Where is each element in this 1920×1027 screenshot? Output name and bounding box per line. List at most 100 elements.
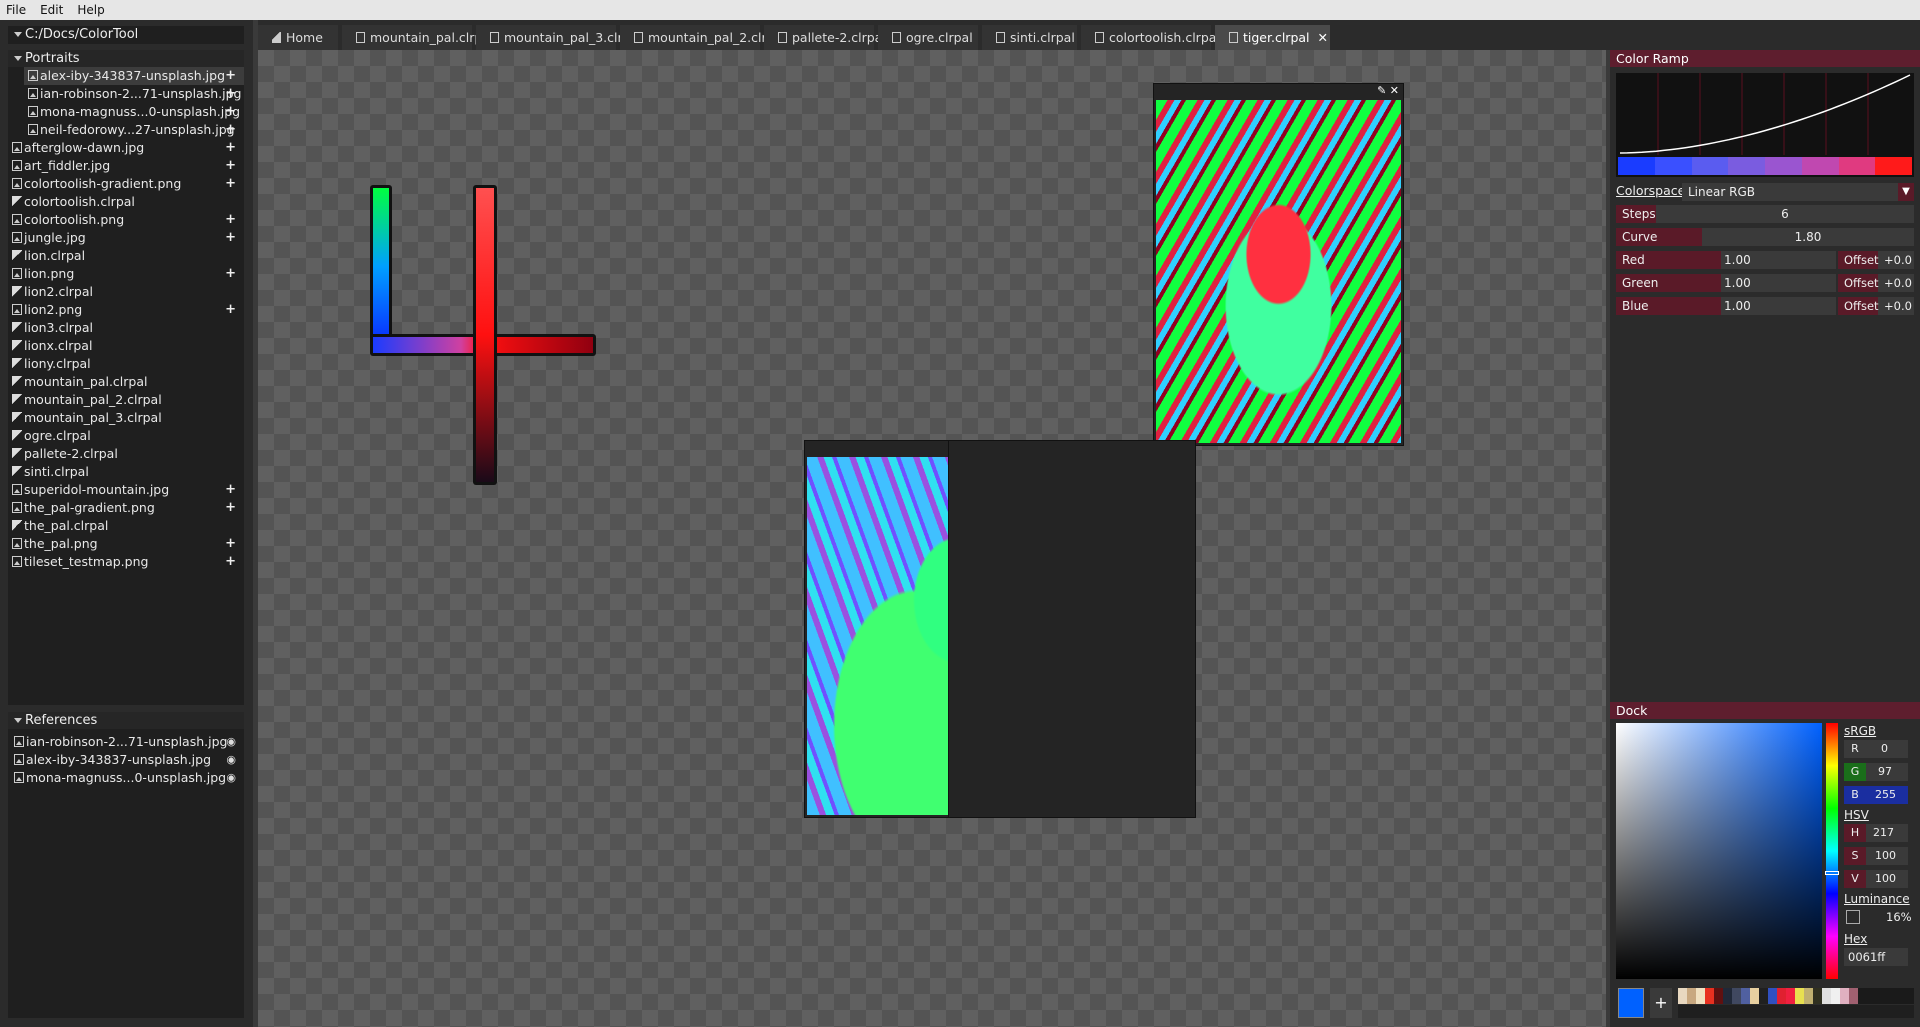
man-image-window[interactable] [948, 440, 1196, 818]
tab-sinti-clrpal[interactable]: sinti.clrpal [982, 25, 1077, 50]
file-item[interactable]: tileset_testmap.png+ [8, 553, 244, 571]
visibility-eye-icon[interactable]: ◉ [226, 751, 236, 769]
file-item[interactable]: the_pal.clrpal [8, 517, 244, 535]
file-item[interactable]: superidol-mountain.jpg+ [8, 481, 244, 499]
add-file-icon[interactable]: + [225, 553, 236, 571]
file-item[interactable]: ian-robinson-2...71-unsplash.jpg+ [24, 85, 244, 103]
green-offset-field[interactable]: Offset+0.0 [1838, 274, 1914, 292]
close-icon[interactable]: ✕ [1390, 84, 1399, 97]
file-item[interactable]: mountain_pal_2.clrpal [8, 391, 244, 409]
add-file-icon[interactable]: + [225, 85, 236, 103]
file-item[interactable]: lion2.png+ [8, 301, 244, 319]
add-file-icon[interactable]: + [225, 301, 236, 319]
hex-input[interactable]: 0061ff [1844, 948, 1908, 966]
file-item[interactable]: alex-iby-343837-unsplash.jpg+ [24, 67, 244, 85]
path-bar[interactable]: C:/Docs/ColorTool [8, 26, 244, 44]
menu-help[interactable]: Help [77, 3, 104, 17]
add-file-icon[interactable]: + [225, 139, 236, 157]
tab-mountain-pal-clrpal[interactable]: mountain_pal.clrpal [342, 25, 472, 50]
add-file-icon[interactable]: + [225, 211, 236, 229]
curve-field[interactable]: Curve1.80 [1616, 228, 1914, 246]
file-item[interactable]: alex-iby-343837-unsplash.jpg◉ [8, 751, 244, 769]
red-offset-field[interactable]: Offset+0.0 [1838, 251, 1914, 269]
add-file-icon[interactable]: + [225, 481, 236, 499]
workspace-canvas[interactable]: ✎ ✕ ✎ ✕ [258, 50, 1606, 1027]
palette-swatch[interactable] [1759, 988, 1768, 1004]
add-file-icon[interactable]: + [225, 229, 236, 247]
ramp-curve-preview[interactable] [1616, 73, 1914, 177]
tab-ogre-clrpal[interactable]: ogre.clrpal [878, 25, 978, 50]
colorspace-select[interactable]: Linear RGB ▼ [1682, 183, 1914, 201]
current-color-swatch[interactable] [1618, 988, 1644, 1018]
file-item[interactable]: art_fiddler.jpg+ [8, 157, 244, 175]
file-item[interactable]: jungle.jpg+ [8, 229, 244, 247]
file-item[interactable]: lion.clrpal [8, 247, 244, 265]
palette-swatch[interactable] [1741, 988, 1750, 1004]
file-item[interactable]: colortoolish-gradient.png+ [8, 175, 244, 193]
tab-pallete-2-clrpal[interactable]: pallete-2.clrpal [764, 25, 874, 50]
file-item[interactable]: mona-magnuss...0-unsplash.jpg+ [24, 103, 244, 121]
file-item[interactable]: lion.png+ [8, 265, 244, 283]
palette-swatch[interactable] [1678, 988, 1687, 1004]
tab-home[interactable]: Home [258, 25, 338, 50]
palette-swatch[interactable] [1813, 988, 1822, 1004]
palette-swatch[interactable] [1804, 988, 1813, 1004]
file-item[interactable]: the_pal.png+ [8, 535, 244, 553]
steps-field[interactable]: Steps6 [1616, 205, 1914, 223]
palette-swatch[interactable] [1732, 988, 1741, 1004]
blue-field[interactable]: Blue1.00 [1616, 297, 1836, 315]
file-item[interactable]: mountain_pal_3.clrpal [8, 409, 244, 427]
eyedropper-icon[interactable]: ✎ [1377, 84, 1386, 97]
add-file-icon[interactable]: + [225, 535, 236, 553]
file-item[interactable]: ogre.clrpal [8, 427, 244, 445]
file-item[interactable]: lion2.clrpal [8, 283, 244, 301]
v-channel-field[interactable]: V100 [1844, 870, 1908, 888]
add-file-icon[interactable]: + [225, 157, 236, 175]
palette-ramp-graph[interactable] [258, 50, 758, 550]
palette-swatch[interactable] [1831, 988, 1840, 1004]
visibility-eye-icon[interactable]: ◉ [226, 733, 236, 751]
file-item[interactable]: colortoolish.clrpal [8, 193, 244, 211]
file-item[interactable]: afterglow-dawn.jpg+ [8, 139, 244, 157]
file-item[interactable]: mona-magnuss...0-unsplash.jpg◉ [8, 769, 244, 787]
tab-tiger-clrpal[interactable]: tiger.clrpal✕ [1215, 25, 1330, 50]
add-file-icon[interactable]: + [225, 67, 236, 85]
palette-swatch[interactable] [1705, 988, 1714, 1004]
red-field[interactable]: Red1.00 [1616, 251, 1836, 269]
window-titlebar[interactable]: ✎ ✕ [1154, 84, 1403, 100]
file-item[interactable]: lionx.clrpal [8, 337, 244, 355]
g-channel-field[interactable]: G97 [1844, 763, 1908, 781]
blue-offset-field[interactable]: Offset+0.0 [1838, 297, 1914, 315]
add-file-icon[interactable]: + [225, 103, 236, 121]
add-swatch-button[interactable]: + [1650, 988, 1672, 1018]
palette-swatch[interactable] [1696, 988, 1705, 1004]
hue-slider[interactable] [1826, 723, 1838, 979]
palette-swatch[interactable] [1687, 988, 1696, 1004]
file-item[interactable]: ian-robinson-2...71-unsplash.jpg◉ [8, 733, 244, 751]
file-item[interactable]: pallete-2.clrpal [8, 445, 244, 463]
s-channel-field[interactable]: S100 [1844, 847, 1908, 865]
palette-swatch[interactable] [1849, 988, 1858, 1004]
file-item[interactable]: mountain_pal.clrpal [8, 373, 244, 391]
palette-swatch[interactable] [1768, 988, 1777, 1004]
menu-file[interactable]: File [6, 3, 26, 17]
menu-edit[interactable]: Edit [40, 3, 63, 17]
file-item[interactable]: lion3.clrpal [8, 319, 244, 337]
saturation-value-picker[interactable] [1616, 723, 1822, 979]
tab-mountain-pal-3-clrpal[interactable]: mountain_pal_3.clrpal [476, 25, 616, 50]
file-item[interactable]: colortoolish.png+ [8, 211, 244, 229]
tiger-image-window[interactable]: ✎ ✕ [1153, 83, 1404, 446]
palette-swatch[interactable] [1786, 988, 1795, 1004]
portraits-folder[interactable]: Portraits [8, 50, 244, 67]
palette-swatch[interactable] [1750, 988, 1759, 1004]
r-channel-field[interactable]: R0 [1844, 740, 1908, 758]
add-file-icon[interactable]: + [225, 499, 236, 517]
green-field[interactable]: Green1.00 [1616, 274, 1836, 292]
palette-swatch[interactable] [1840, 988, 1849, 1004]
visibility-eye-icon[interactable]: ◉ [226, 769, 236, 787]
file-item[interactable]: neil-fedorowy...27-unsplash.jpg+ [24, 121, 244, 139]
tab-colortoolish-clrpal[interactable]: colortoolish.clrpal [1081, 25, 1211, 50]
palette-swatch[interactable] [1822, 988, 1831, 1004]
add-file-icon[interactable]: + [225, 265, 236, 283]
palette-swatch[interactable] [1795, 988, 1804, 1004]
